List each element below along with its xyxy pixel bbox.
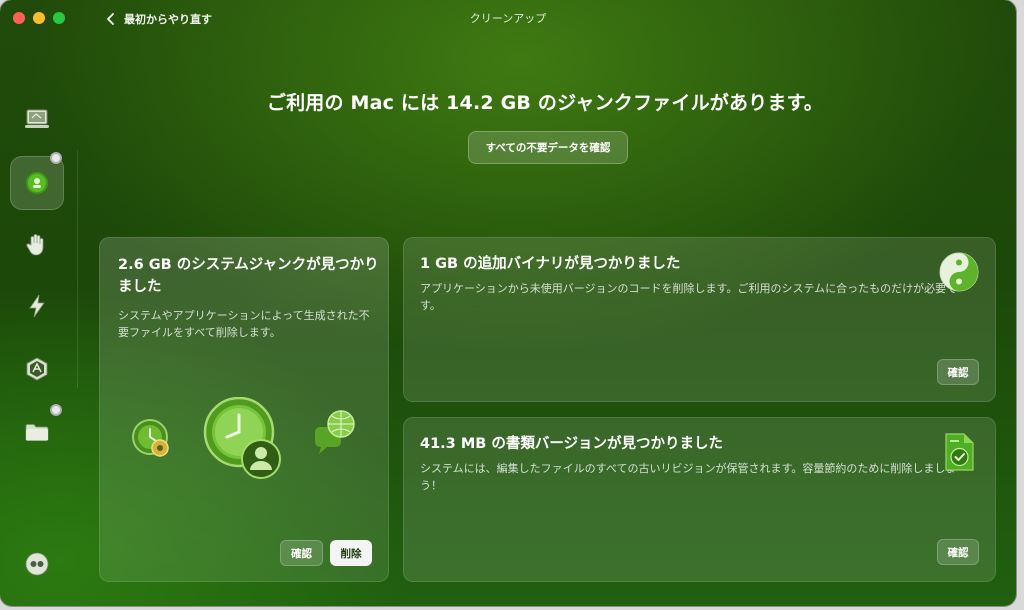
sidebar-item-cleanup[interactable] [10, 156, 64, 210]
sidebar [0, 92, 78, 592]
system-junk-review-button[interactable]: 確認 [280, 540, 323, 566]
binaries-icon [939, 252, 979, 292]
document-versions-title: 41.3 MB の書類バージョンが見つかりました [420, 436, 724, 452]
cleanup-badge [50, 152, 62, 164]
system-junk-delete-button[interactable]: 削除 [330, 540, 372, 566]
sidebar-item-applications[interactable] [10, 342, 64, 396]
sidebar-item-protection[interactable] [10, 217, 64, 271]
universal-binaries-card: 1 GB の追加バイナリが見つかりました アプリケーションから未使用バージョンの… [403, 237, 996, 402]
chat-globe-icon [315, 410, 355, 454]
clock-gear-icon [132, 419, 169, 457]
cleanup-icon [26, 172, 48, 194]
monitor-icon [25, 109, 49, 128]
document-versions-card: 41.3 MB の書類バージョンが見つかりました システムには、編集したファイル… [403, 417, 996, 582]
app-window: 最初からやり直す クリーンアップ ご利用の Mac には 14.2 GB のジャ… [0, 0, 1016, 606]
document-versions-description: システムには、編集したファイルのすべての古いリビジョンが保管されます。容量節約の… [420, 462, 957, 492]
sidebar-item-dashboard[interactable] [10, 92, 64, 146]
universal-binaries-review-button[interactable]: 確認 [937, 359, 979, 385]
document-check-icon [945, 433, 974, 471]
sidebar-item-assistant[interactable] [10, 537, 64, 591]
lightning-icon [29, 294, 45, 318]
system-junk-title: 2.6 GB のシステムジャンクが見つかりました [118, 257, 379, 295]
system-junk-illustration [132, 397, 355, 479]
apps-icon [26, 357, 48, 381]
universal-binaries-description: アプリケーションから未使用バージョンのコードを削除します。ご利用のシステムに合っ… [420, 282, 958, 312]
system-junk-description: システムやアプリケーションによって生成された不要ファイルをすべて削除します。 [118, 309, 370, 339]
folder-icon [25, 424, 49, 441]
sidebar-item-performance[interactable] [10, 279, 64, 333]
system-junk-card: 2.6 GB のシステムジャンクが見つかりました システムやアプリケーションによ… [99, 237, 389, 582]
hand-icon [26, 234, 44, 256]
document-versions-review-button[interactable]: 確認 [937, 539, 979, 565]
my-clutter-badge [50, 404, 62, 416]
page-title: ご利用の Mac には 14.2 GB のジャンクファイルがあります。 [266, 92, 824, 114]
clock-user-icon [203, 397, 281, 479]
assistant-icon [25, 552, 49, 576]
review-all-junk-button[interactable]: すべての不要データを確認 [468, 131, 628, 164]
window-title: クリーンアップ [469, 12, 547, 25]
universal-binaries-title: 1 GB の追加バイナリが見つかりました [420, 256, 681, 272]
sidebar-divider [77, 150, 78, 388]
